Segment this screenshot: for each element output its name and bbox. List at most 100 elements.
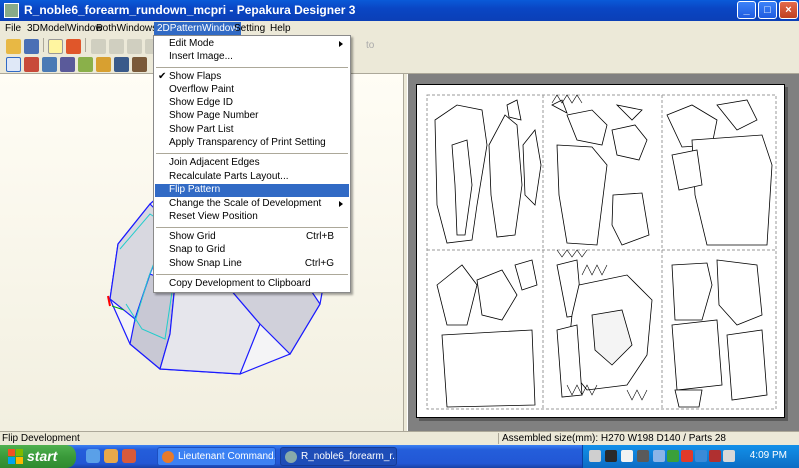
status-bar: Flip Development Assembled size(mm): H27… <box>0 431 799 445</box>
menu-item-label: Show Flaps <box>169 71 222 82</box>
pattern-canvas <box>426 94 777 410</box>
network-icon[interactable] <box>653 450 665 462</box>
edge-tool-icon[interactable] <box>24 57 39 72</box>
start-button[interactable]: start <box>0 445 76 468</box>
quicklaunch-browser-icon[interactable] <box>122 449 136 463</box>
task-browser-label: Lieutenant Command... <box>178 451 276 462</box>
menu-item-edit-mode[interactable]: Edit Mode <box>155 38 349 51</box>
menu-item-overflow-paint[interactable]: Overflow Paint <box>155 84 349 97</box>
menu-separator <box>156 227 348 228</box>
menu-item-label: Show Page Number <box>169 110 259 121</box>
menu-item-show-edge-id[interactable]: Show Edge ID <box>155 97 349 110</box>
menu-item-join-adjacent-edges[interactable]: Join Adjacent Edges <box>155 157 349 170</box>
title-bar: R_noble6_forearm_rundown_mcpri - Pepakur… <box>0 0 799 21</box>
lightbulb-icon[interactable] <box>48 39 63 54</box>
menu-help[interactable]: Help <box>267 22 294 36</box>
menu-item-shortcut: Ctrl+B <box>305 231 334 242</box>
menu-item-label: Copy Development to Clipboard <box>169 278 311 289</box>
menu-item-reset-view[interactable]: Reset View Position <box>155 211 349 224</box>
menu-item-snap-to-grid[interactable]: Snap to Grid <box>155 244 349 257</box>
toolbar-separator <box>85 38 86 52</box>
menu-item-show-snap-line[interactable]: Show Snap Line Ctrl+G <box>155 258 349 271</box>
open-icon[interactable] <box>6 39 21 54</box>
edit-toolbar <box>0 56 799 74</box>
submenu-arrow-icon <box>339 41 343 47</box>
text-tool-icon[interactable] <box>96 57 111 72</box>
tray-blue-icon[interactable] <box>695 450 707 462</box>
menu-item-label: Apply Transparency of Print Setting <box>169 137 326 148</box>
clock[interactable]: 4:09 PM <box>750 450 787 461</box>
windows-flag-icon <box>8 449 23 464</box>
menu-item-shortcut: Ctrl+G <box>304 258 334 269</box>
pepakura-app-icon <box>285 451 297 463</box>
menu-item-flip-pattern[interactable]: Flip Pattern <box>155 184 349 197</box>
select-tool-icon[interactable] <box>6 57 21 72</box>
menu-file[interactable]: File <box>2 22 24 36</box>
menu-separator <box>156 67 348 68</box>
checkmark-icon: ✔ <box>158 71 167 82</box>
menu-item-label: Reset View Position <box>169 211 258 222</box>
tray-green-icon[interactable] <box>667 450 679 462</box>
menu-item-label: Show Edge ID <box>169 97 233 108</box>
menu-item-label: Show Grid <box>169 231 216 242</box>
antivirus-icon[interactable] <box>709 450 721 462</box>
status-message: Flip Development <box>2 433 80 444</box>
menu-item-label: Change the Scale of Development <box>169 198 322 209</box>
toolbar-ghost-text: to <box>366 40 375 51</box>
flap-tool-icon[interactable] <box>78 57 93 72</box>
firefox-icon <box>162 451 174 463</box>
system-tray: 4:09 PM <box>582 445 799 468</box>
save-icon[interactable] <box>24 39 39 54</box>
menu-bar: File 3DModelWindow BothWindows 2DPattern… <box>0 21 799 36</box>
menu-item-change-scale[interactable]: Change the Scale of Development <box>155 198 349 211</box>
menu-bothwindows[interactable]: BothWindows <box>93 22 160 36</box>
close-button[interactable]: × <box>779 1 798 19</box>
menu-item-label: Recalculate Parts Layout... <box>169 171 289 182</box>
move-tool-icon[interactable] <box>132 57 147 72</box>
volume-icon[interactable] <box>723 450 735 462</box>
menu-item-copy-to-clipboard[interactable]: Copy Development to Clipboard <box>155 278 349 291</box>
menu-item-show-grid[interactable]: Show Grid Ctrl+B <box>155 231 349 244</box>
maximize-button[interactable]: □ <box>758 1 777 19</box>
pattern-sheet <box>416 84 785 418</box>
paint-tool-icon[interactable] <box>60 57 75 72</box>
menu-item-label: Flip Pattern <box>169 184 221 195</box>
start-label: start <box>27 448 58 464</box>
task-pepakura[interactable]: R_noble6_forearm_r... <box>280 447 397 466</box>
2d-pattern-view[interactable] <box>408 74 799 431</box>
2dpattern-dropdown-menu: Edit Mode Insert Image... ✔ Show Flaps O… <box>153 35 351 293</box>
assembled-size-readout: Assembled size(mm): H270 W198 D140 / Par… <box>498 433 726 444</box>
tray-device-icon[interactable] <box>637 450 649 462</box>
menu-item-label: Show Part List <box>169 124 234 135</box>
task-browser[interactable]: Lieutenant Command... <box>157 447 276 466</box>
window-title: R_noble6_forearm_rundown_mcpri - Pepakur… <box>24 3 356 17</box>
menu-item-show-page-number[interactable]: Show Page Number <box>155 110 349 123</box>
rotate-left-icon[interactable] <box>91 39 106 54</box>
quicklaunch-desktop-icon[interactable] <box>86 449 100 463</box>
image-tool-icon[interactable] <box>114 57 129 72</box>
tray-red-icon[interactable] <box>681 450 693 462</box>
menu-item-label: Show Snap Line <box>169 258 242 269</box>
minimize-button[interactable]: _ <box>737 1 756 19</box>
taskbar: start Lieutenant Command... R_noble6_for… <box>0 445 799 468</box>
tray-app-icon[interactable] <box>605 450 617 462</box>
tray-pen-icon[interactable] <box>589 450 601 462</box>
menu-item-insert-image[interactable]: Insert Image... <box>155 51 349 64</box>
rotate-right-icon[interactable] <box>109 39 124 54</box>
zoom-icon[interactable] <box>127 39 142 54</box>
toolbar-separator <box>43 38 44 52</box>
menu-item-label: Edit Mode <box>169 38 215 49</box>
quicklaunch-media-icon[interactable] <box>104 449 118 463</box>
menu-item-apply-transparency[interactable]: Apply Transparency of Print Setting <box>155 137 349 150</box>
menu-item-show-flaps[interactable]: ✔ Show Flaps <box>155 71 349 84</box>
help-icon[interactable] <box>621 450 633 462</box>
menu-item-recalculate-layout[interactable]: Recalculate Parts Layout... <box>155 171 349 184</box>
task-pepakura-label: R_noble6_forearm_r... <box>301 451 397 462</box>
menu-setting[interactable]: Setting <box>231 22 268 36</box>
cube-icon[interactable] <box>66 39 81 54</box>
submenu-arrow-icon <box>339 201 343 207</box>
join-tool-icon[interactable] <box>42 57 57 72</box>
menu-item-label: Join Adjacent Edges <box>169 157 260 168</box>
menu-2dpatternwindow[interactable]: 2DPatternWindow <box>154 22 241 36</box>
menu-item-show-part-list[interactable]: Show Part List <box>155 124 349 137</box>
